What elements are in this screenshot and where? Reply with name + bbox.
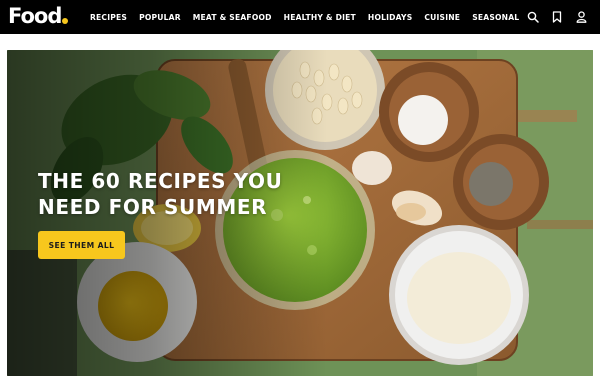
nav-item-holidays[interactable]: HOLIDAYS — [368, 13, 413, 22]
nav-utility-icons — [526, 0, 588, 34]
logo-wordmark: Food — [8, 4, 62, 28]
logo-dot — [62, 18, 69, 24]
hero-banner[interactable]: THE 60 RECIPES YOU NEED FOR SUMMER SEE T… — [7, 50, 593, 376]
user-icon[interactable] — [574, 10, 588, 24]
main-nav: RECIPES POPULAR MEAT & SEAFOOD HEALTHY &… — [90, 0, 531, 34]
nav-item-seasonal[interactable]: SEASONAL — [472, 13, 519, 22]
hero-headline[interactable]: THE 60 RECIPES YOU NEED FOR SUMMER — [38, 168, 298, 220]
top-navigation-bar: Food RECIPES POPULAR MEAT & SEAFOOD HEAL… — [0, 0, 600, 34]
nav-item-recipes[interactable]: RECIPES — [90, 13, 127, 22]
food-logo[interactable]: Food — [8, 2, 69, 30]
nav-item-popular[interactable]: POPULAR — [139, 13, 181, 22]
nav-item-cuisine[interactable]: CUISINE — [424, 13, 460, 22]
hero-headline-line-1: THE 60 RECIPES YOU — [38, 169, 283, 193]
hero-headline-line-2: NEED FOR SUMMER — [38, 195, 268, 219]
nav-item-healthy-diet[interactable]: HEALTHY & DIET — [284, 13, 356, 22]
search-icon[interactable] — [526, 10, 540, 24]
see-them-all-button[interactable]: SEE THEM ALL — [38, 231, 125, 259]
bookmark-icon[interactable] — [550, 10, 564, 24]
nav-item-meat-seafood[interactable]: MEAT & SEAFOOD — [193, 13, 272, 22]
